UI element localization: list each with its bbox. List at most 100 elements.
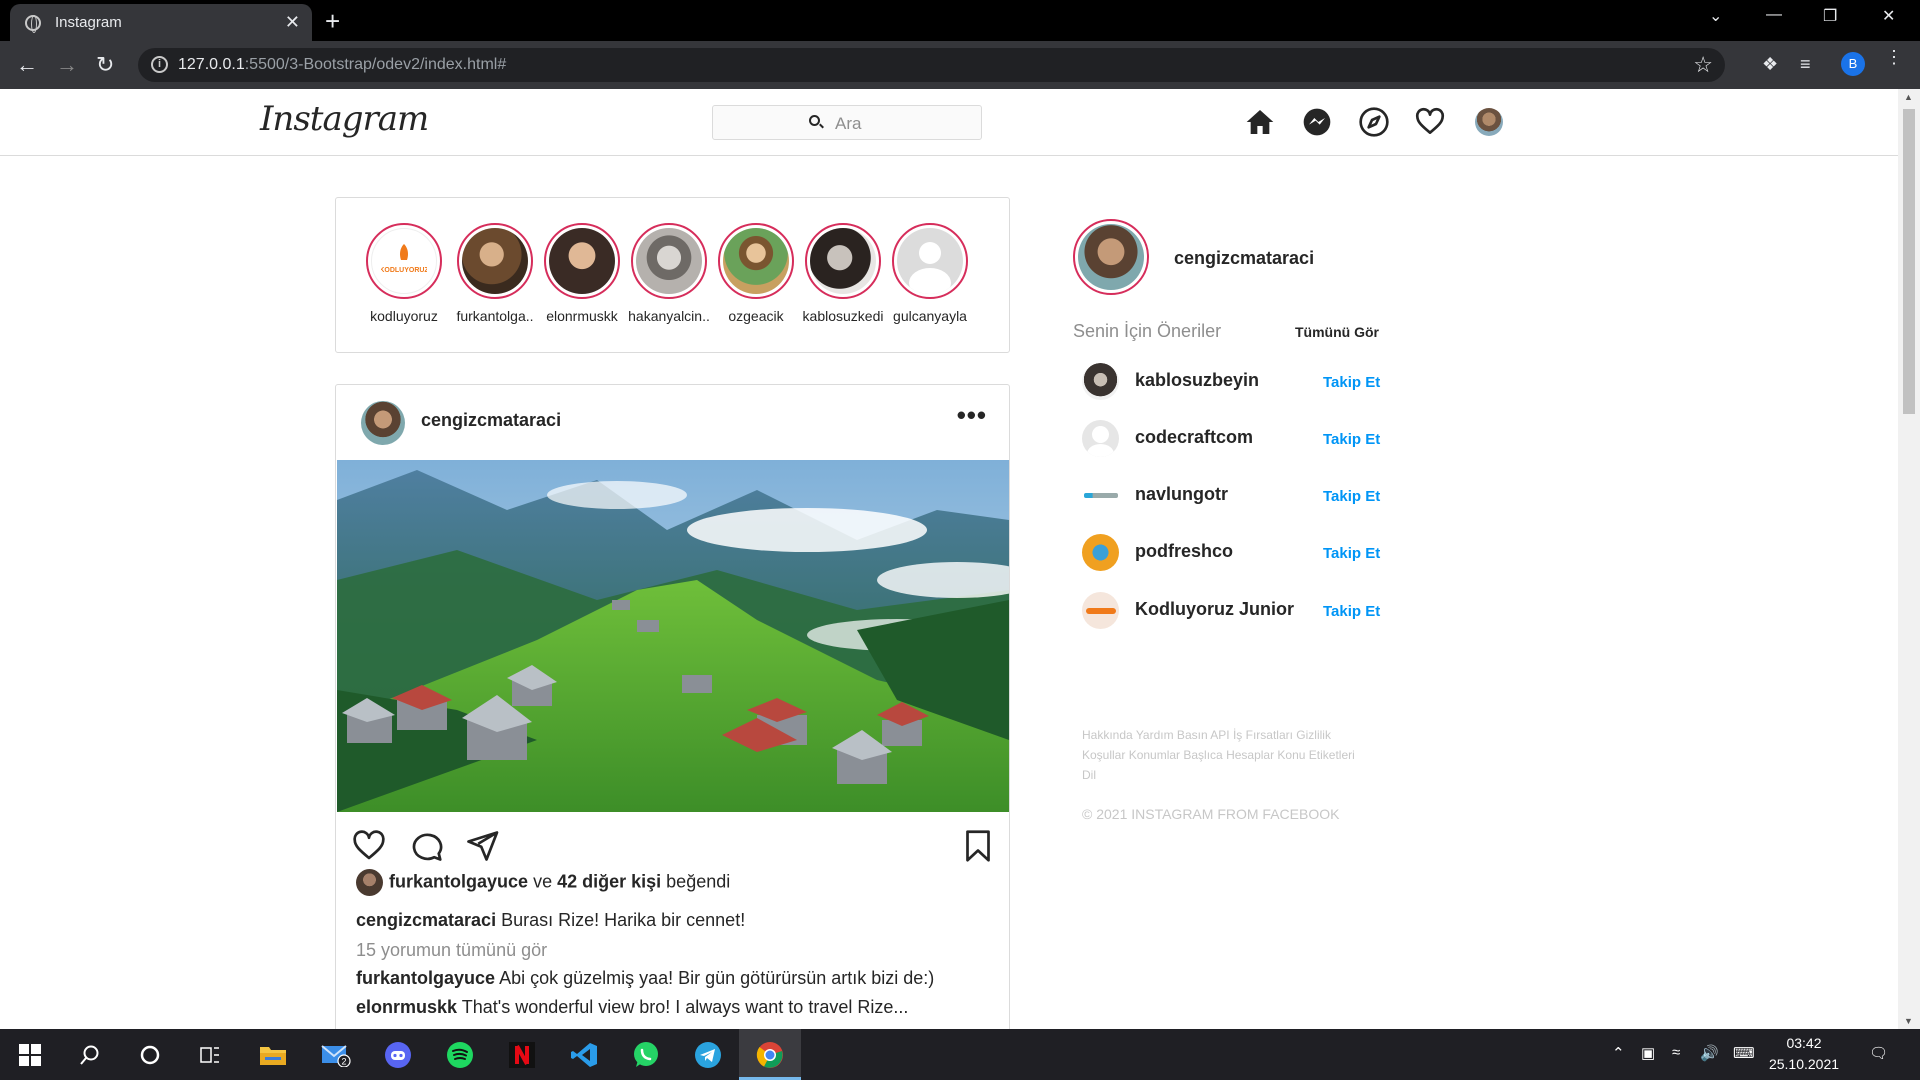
site-info-icon[interactable]: i	[151, 56, 168, 73]
post-caption: cengizcmataraci Burası Rize! Harika bir …	[356, 910, 746, 930]
suggestion-avatar[interactable]	[1082, 477, 1119, 514]
comment-item: elonrmuskk That's wonderful view bro! I …	[356, 997, 909, 1017]
like-heart-icon[interactable]	[351, 828, 387, 864]
story-item[interactable]: ozgeacik	[710, 223, 802, 324]
follow-button[interactable]: Takip Et	[1323, 431, 1380, 448]
system-clock[interactable]: 03:42 25.10.2021	[1764, 1033, 1844, 1075]
show-hidden-icons-chevron[interactable]: ⌃	[1612, 1044, 1625, 1062]
scroll-up-arrow-icon[interactable]: ▲	[1904, 92, 1913, 102]
vscode-icon[interactable]	[566, 1037, 602, 1073]
comment-username[interactable]: furkantolgayuce	[356, 968, 495, 988]
story-item[interactable]: KODLUYORUZ kodluyoruz	[358, 223, 450, 324]
post-author-username[interactable]: cengizcmataraci	[421, 410, 561, 431]
address-bar[interactable]: i 127.0.0.1:5500/3-Bootstrap/odev2/index…	[138, 48, 1725, 82]
mail-icon[interactable]: 2	[318, 1037, 354, 1073]
post-author-avatar[interactable]	[361, 401, 405, 445]
share-send-icon[interactable]	[464, 828, 500, 864]
comment-bubble-icon[interactable]	[408, 828, 444, 864]
search-placeholder: Ara	[835, 114, 862, 133]
search-icon[interactable]	[72, 1037, 108, 1073]
home-icon[interactable]	[1244, 106, 1276, 138]
current-user-avatar[interactable]	[1073, 219, 1149, 295]
post-image[interactable]	[337, 460, 1009, 812]
keyboard-icon[interactable]: ⌨	[1733, 1044, 1755, 1062]
more-options-icon[interactable]: •••	[957, 400, 987, 431]
suggestion-username[interactable]: navlungotr	[1135, 484, 1228, 505]
cortana-icon[interactable]	[132, 1037, 168, 1073]
file-explorer-icon[interactable]	[255, 1037, 291, 1073]
suggestion-avatar[interactable]	[1082, 534, 1119, 571]
browser-tab[interactable]: Instagram ✕	[10, 4, 312, 41]
story-item[interactable]: furkantolga..	[449, 223, 541, 324]
notifications-icon[interactable]: 🗨	[1869, 1044, 1888, 1062]
follow-button[interactable]: Takip Et	[1323, 374, 1380, 391]
page-scrollbar[interactable]: ▲ ▼	[1898, 89, 1920, 1029]
back-arrow-icon[interactable]: ←	[16, 52, 38, 78]
suggestion-username[interactable]: kablosuzbeyin	[1135, 370, 1259, 391]
svg-text:KODLUYORUZ: KODLUYORUZ	[381, 267, 427, 274]
tab-search-icon[interactable]: ⌄	[1709, 6, 1722, 26]
extensions-puzzle-icon[interactable]: ❖	[1762, 54, 1778, 75]
explore-compass-icon[interactable]	[1358, 106, 1390, 138]
browser-toolbar: ← → ↻ i 127.0.0.1:5500/3-Bootstrap/odev2…	[0, 41, 1920, 89]
follow-button[interactable]: Takip Et	[1323, 545, 1380, 562]
save-bookmark-icon[interactable]	[960, 828, 996, 864]
volume-icon[interactable]: 🔊	[1700, 1044, 1719, 1062]
activity-heart-icon[interactable]	[1414, 106, 1446, 138]
story-avatar	[723, 228, 789, 294]
liker-username[interactable]: furkantolgayuce	[389, 871, 528, 891]
current-user-username[interactable]: cengizcmataraci	[1174, 248, 1314, 269]
suggestion-avatar[interactable]	[1082, 592, 1119, 629]
story-item[interactable]: gulcanyayla	[884, 223, 976, 324]
chrome-icon[interactable]	[752, 1037, 788, 1073]
close-tab-icon[interactable]: ✕	[285, 12, 300, 33]
whatsapp-icon[interactable]	[628, 1037, 664, 1073]
window-close-button[interactable]: ✕	[1882, 6, 1895, 26]
see-all-link[interactable]: Tümünü Gör	[1295, 324, 1379, 340]
profile-avatar[interactable]	[1475, 108, 1503, 136]
new-tab-button[interactable]: +	[325, 6, 340, 37]
browser-tab-strip: Instagram ✕ + ⌄ — ❐ ✕	[0, 0, 1920, 41]
suggestion-username[interactable]: Kodluyoruz Junior	[1135, 599, 1294, 620]
comment-username[interactable]: elonrmuskk	[356, 997, 457, 1017]
browser-profile-avatar[interactable]: B	[1841, 52, 1865, 76]
follow-button[interactable]: Takip Et	[1323, 603, 1380, 620]
scrollbar-thumb[interactable]	[1903, 109, 1915, 414]
wifi-icon[interactable]: ≈	[1672, 1044, 1680, 1061]
spotify-icon[interactable]	[442, 1037, 478, 1073]
restore-button[interactable]: ❐	[1823, 6, 1837, 26]
telegram-icon[interactable]	[690, 1037, 726, 1073]
windows-taskbar: 2 ⌃ ▣ ≈ 🔊 ⌨ 03:42 25.10.2021 🗨	[0, 1029, 1920, 1080]
task-view-icon[interactable]	[192, 1037, 228, 1073]
windows-start-icon[interactable]	[12, 1037, 48, 1073]
messenger-icon[interactable]	[1301, 106, 1333, 138]
forward-arrow-icon[interactable]: →	[56, 52, 78, 78]
story-item[interactable]: elonrmuskk	[536, 223, 628, 324]
battery-icon[interactable]: ▣	[1641, 1044, 1655, 1062]
minimize-button[interactable]: —	[1766, 6, 1782, 24]
caption-username[interactable]: cengizcmataraci	[356, 910, 496, 930]
likes-count[interactable]: 42 diğer kişi	[557, 871, 661, 891]
suggestion-avatar[interactable]	[1082, 420, 1119, 457]
url-text[interactable]: 127.0.0.1:5500/3-Bootstrap/odev2/index.h…	[178, 56, 506, 74]
story-item[interactable]: kablosuzkedi	[797, 223, 889, 324]
netflix-icon[interactable]	[504, 1037, 540, 1073]
bookmark-star-icon[interactable]: ☆	[1693, 52, 1713, 78]
footer-links[interactable]: Hakkında Yardım Basın API İş Fırsatları …	[1082, 725, 1372, 785]
liker-avatar[interactable]	[356, 869, 383, 896]
media-queue-icon[interactable]: ≡	[1800, 54, 1811, 75]
story-item[interactable]: hakanyalcin..	[623, 223, 715, 324]
suggestion-username[interactable]: podfreshco	[1135, 541, 1233, 562]
follow-button[interactable]: Takip Et	[1323, 488, 1380, 505]
reload-icon[interactable]: ↻	[96, 52, 114, 78]
search-icon	[809, 115, 820, 126]
instagram-logo[interactable]: Instagram	[260, 99, 429, 139]
suggestion-item: kablosuzbeyin Takip Et	[1082, 363, 1382, 403]
suggestion-avatar[interactable]	[1082, 363, 1119, 400]
suggestion-username[interactable]: codecraftcom	[1135, 427, 1253, 448]
view-all-comments-link[interactable]: 15 yorumun tümünü gör	[356, 940, 547, 961]
browser-menu-icon[interactable]: ⋮	[1885, 48, 1903, 66]
search-input[interactable]: Ara	[712, 105, 982, 140]
discord-icon[interactable]	[380, 1037, 416, 1073]
scroll-down-arrow-icon[interactable]: ▼	[1904, 1016, 1913, 1026]
